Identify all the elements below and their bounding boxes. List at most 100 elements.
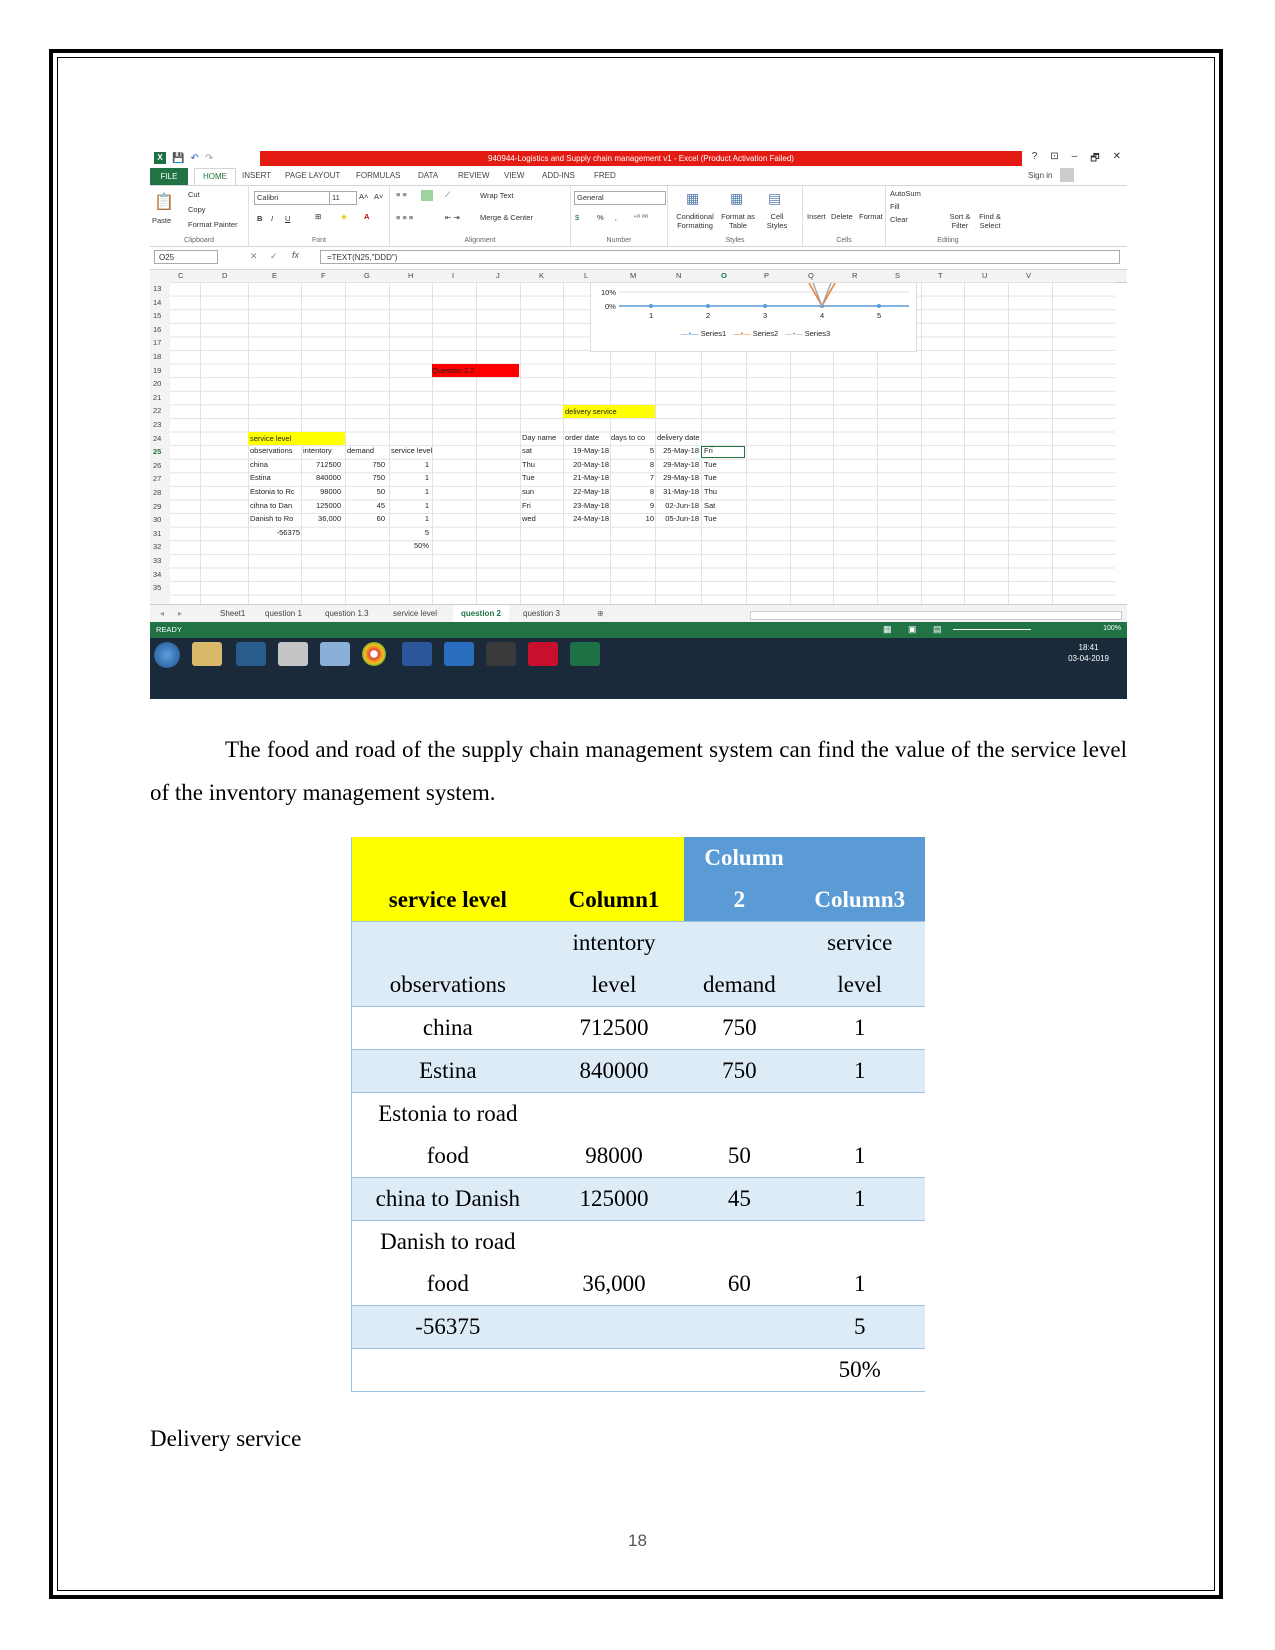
cell[interactable]: 750 (345, 473, 385, 482)
italic-button[interactable]: I (271, 214, 273, 223)
cell[interactable]: service level (391, 446, 432, 455)
cell[interactable]: order date (565, 433, 599, 442)
column-header[interactable]: L (584, 271, 588, 280)
row-header[interactable]: 33 (153, 556, 161, 565)
cell[interactable]: 750 (345, 460, 385, 469)
orientation-icon[interactable]: ⟋ (445, 190, 450, 200)
cell[interactable]: Thu (522, 460, 535, 469)
align-bottom-icon[interactable] (421, 190, 433, 201)
embedded-chart[interactable]: 10% 0% 1 2 3 4 5 —•— Series1 —•— Series2… (590, 282, 917, 352)
tab-file[interactable]: FILE (150, 168, 188, 185)
sheet-tab[interactable]: question 3 (523, 609, 560, 618)
sheet-tab[interactable]: service level (393, 609, 437, 618)
fill-color-icon[interactable]: ◈ (341, 212, 347, 221)
bold-button[interactable]: B (257, 214, 262, 223)
row-header[interactable]: 16 (153, 325, 161, 334)
worksheet-grid[interactable]: 10% 0% 1 2 3 4 5 —•— Series1 —•— Series2… (170, 282, 1115, 604)
row-header[interactable]: 30 (153, 515, 161, 524)
cell[interactable]: wed (522, 514, 536, 523)
column-header[interactable]: G (364, 271, 370, 280)
cell[interactable]: cihna to Dan (250, 501, 292, 510)
sort-filter-button[interactable]: Sort & Filter (948, 212, 972, 230)
save-icon[interactable]: 💾 (172, 153, 184, 164)
cell[interactable]: 19-May-18 (563, 446, 609, 455)
column-header-active[interactable]: O (721, 271, 727, 280)
cell[interactable]: Tue (704, 473, 717, 482)
cell[interactable]: Estonia to Rc (250, 487, 295, 496)
row-header[interactable]: 25 (153, 447, 161, 456)
column-header[interactable]: F (321, 271, 326, 280)
fill-button[interactable]: Fill (890, 202, 900, 211)
row-header[interactable]: 18 (153, 352, 161, 361)
chrome-icon[interactable] (362, 642, 386, 666)
cell[interactable]: Thu (704, 487, 717, 496)
file-explorer-icon[interactable] (192, 642, 222, 666)
tab-formulas[interactable]: FORMULAS (356, 171, 400, 180)
cell[interactable]: 5 (610, 446, 654, 455)
excel-taskbar-icon[interactable] (570, 642, 600, 666)
insert-cells-button[interactable]: Insert (807, 212, 826, 221)
acrobat-icon[interactable] (528, 642, 558, 666)
row-header[interactable]: 14 (153, 298, 161, 307)
help-icon[interactable]: ? (1032, 151, 1038, 168)
close-icon[interactable]: ✕ (1113, 151, 1121, 168)
cell[interactable]: 5 (389, 528, 429, 537)
account-avatar[interactable] (1060, 168, 1074, 182)
column-header[interactable]: P (764, 271, 769, 280)
app-icon[interactable] (320, 642, 350, 666)
cell[interactable]: observations (250, 446, 293, 455)
ribbon-display-icon[interactable]: ⊡ (1050, 151, 1058, 168)
undo-icon[interactable]: ↶ (190, 153, 198, 164)
row-header[interactable]: 31 (153, 529, 161, 538)
redo-icon[interactable]: ↷ (205, 153, 213, 164)
security-icon[interactable] (444, 642, 474, 666)
column-header[interactable]: K (539, 271, 544, 280)
format-as-table-button[interactable]: Format as Table (718, 212, 758, 230)
column-header[interactable]: E (272, 271, 277, 280)
cell[interactable]: 840000 (301, 473, 341, 482)
delivery-service-label[interactable]: delivery service (563, 405, 655, 418)
cell[interactable]: 45 (345, 501, 385, 510)
cell[interactable]: 29-May-18 (655, 473, 699, 482)
cell[interactable]: Tue (522, 473, 535, 482)
cell[interactable]: 1 (389, 501, 429, 510)
font-name-select[interactable]: Calibri (254, 191, 330, 205)
decimal-icon[interactable]: ⁺⁰ ⁰⁰ (633, 213, 648, 222)
percent-button[interactable]: % (597, 213, 604, 222)
service-level-label[interactable]: service level (248, 432, 345, 445)
row-header[interactable]: 19 (153, 366, 161, 375)
snipping-tool-icon[interactable] (278, 642, 308, 666)
paste-button[interactable]: Paste (152, 216, 171, 225)
zoom-slider[interactable] (953, 629, 1031, 630)
clear-button[interactable]: Clear (890, 215, 908, 224)
comma-button[interactable]: ‚ (615, 213, 617, 222)
cell[interactable]: -56375 (248, 528, 300, 537)
column-header[interactable]: T (938, 271, 943, 280)
row-header[interactable]: 34 (153, 570, 161, 579)
cell[interactable]: 1 (389, 487, 429, 496)
column-header[interactable]: M (630, 271, 636, 280)
restore-icon[interactable]: 🗗 (1090, 151, 1099, 168)
cell[interactable]: china (250, 460, 268, 469)
insert-function-icon[interactable]: fx (292, 250, 299, 260)
row-header[interactable]: 29 (153, 502, 161, 511)
underline-button[interactable]: U (285, 214, 290, 223)
row-header[interactable]: 20 (153, 379, 161, 388)
column-header[interactable]: U (982, 271, 987, 280)
row-header[interactable]: 28 (153, 488, 161, 497)
paste-icon[interactable]: 📋 (154, 192, 174, 212)
sheet-tab[interactable]: question 1 (265, 609, 302, 618)
cancel-icon[interactable]: ✕ (250, 251, 258, 262)
delete-cells-button[interactable]: Delete (831, 212, 853, 221)
row-header[interactable]: 32 (153, 542, 161, 551)
cell[interactable]: 29-May-18 (655, 460, 699, 469)
row-header[interactable]: 26 (153, 461, 161, 470)
cell[interactable]: 24-May-18 (563, 514, 609, 523)
cell[interactable]: 7 (610, 473, 654, 482)
row-header[interactable]: 23 (153, 420, 161, 429)
normal-view-icon[interactable]: ▦ (883, 624, 892, 635)
cell[interactable]: sun (522, 487, 534, 496)
column-header[interactable]: V (1026, 271, 1031, 280)
row-header[interactable]: 13 (153, 284, 161, 293)
cell[interactable]: Danish to Ro (250, 514, 293, 523)
